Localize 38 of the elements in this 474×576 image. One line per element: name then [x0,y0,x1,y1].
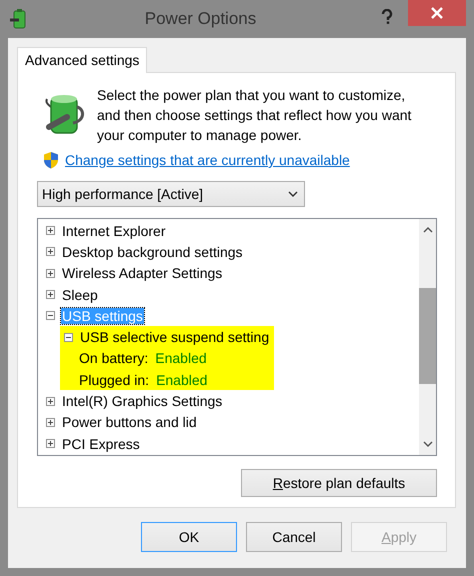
change-settings-link[interactable]: Change settings that are currently unavailable [65,152,350,168]
expand-icon[interactable] [46,439,55,448]
scrollbar[interactable] [419,219,436,455]
collapse-icon[interactable] [46,311,55,320]
expand-icon[interactable] [46,226,55,236]
question-mark-icon [381,9,393,25]
tab[interactable]: Advanced settings [17,47,148,73]
tree-item[interactable]: Desktop background settings [61,244,244,260]
scroll-thumb[interactable] [419,288,436,384]
tree-item[interactable]: USB selective suspend setting [79,329,270,346]
setting-value-link[interactable]: Enabled [155,350,207,366]
plan-dropdown[interactable]: High performance [Active] [37,181,305,207]
close-button[interactable] [408,0,466,26]
chevron-down-icon [288,191,298,197]
shield-icon [43,151,59,169]
scroll-down-icon[interactable] [422,441,432,447]
expand-icon[interactable] [46,418,55,427]
tree-item[interactable]: PCI Express [61,436,141,452]
tree-item[interactable]: Intel(R) Graphics Settings [61,393,224,410]
expand-icon[interactable] [46,247,55,256]
scroll-up-icon[interactable] [422,227,432,233]
collapse-icon[interactable] [64,332,73,342]
close-icon [430,6,444,20]
tree-item[interactable]: Internet Explorer [61,222,166,239]
tree-item[interactable]: Sleep [61,286,99,303]
setting-label: On battery: [78,350,150,366]
window-title: Power Options [144,9,258,29]
setting-value-link[interactable]: Enabled [156,372,208,388]
dialog-button[interactable]: OK [141,522,237,552]
instruction-text: Select the power plan that you want to customize, and then choose settings that reflect how you want your computer to manage power. [97,86,412,145]
tree-item[interactable]: Power buttons and lid [61,414,198,430]
setting-label: Plugged in: [78,372,150,388]
dialog-button[interactable]: Cancel [246,522,342,552]
restore-defaults-button[interactable]: Restore plan defaults [241,469,437,497]
expand-icon[interactable] [46,290,55,300]
expand-icon[interactable] [46,396,55,406]
expand-icon[interactable] [46,268,55,278]
tree-item[interactable]: Wireless Adapter Settings [61,265,224,282]
